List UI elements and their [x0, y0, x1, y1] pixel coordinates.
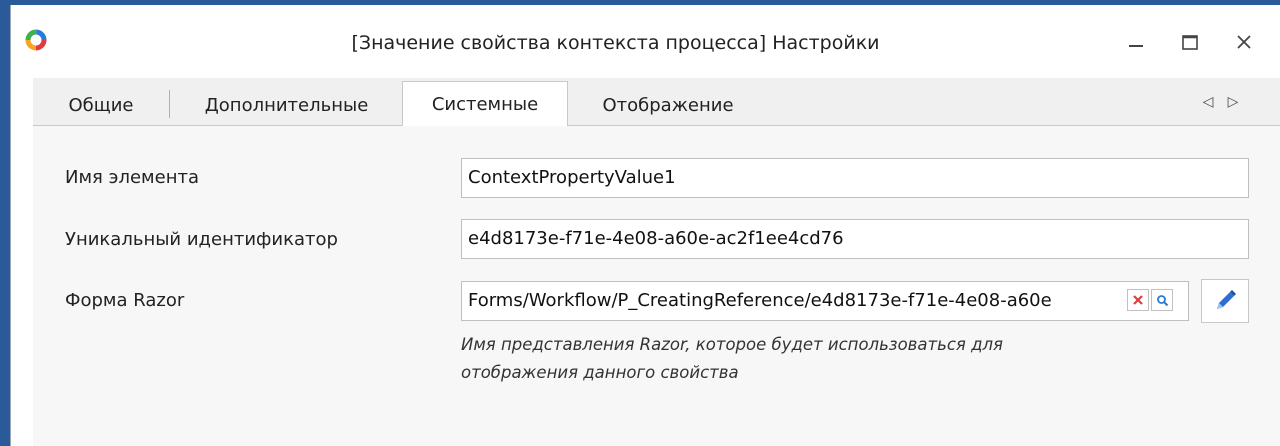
- maximize-button[interactable]: [1171, 27, 1209, 57]
- uid-field[interactable]: e4d8173e-f71e-4e08-a60e-ac2f1ee4cd76: [461, 219, 1249, 259]
- tab-scroll-left-icon[interactable]: ◁: [1198, 90, 1218, 114]
- tab-bar: Общие Дополнительные Системные Отображен…: [33, 78, 1280, 127]
- tab-general[interactable]: Общие: [33, 84, 169, 126]
- maximize-icon: [1182, 35, 1198, 50]
- title-bar: [Значение свойства контекста процесса] Н…: [11, 5, 1280, 78]
- razor-form-label: Форма Razor: [65, 290, 185, 311]
- edit-button[interactable]: [1201, 279, 1249, 323]
- razor-form-hint: Имя представления Razor, которое будет и…: [461, 331, 1161, 387]
- clear-button[interactable]: [1127, 289, 1149, 311]
- tab-system[interactable]: Системные: [402, 81, 568, 127]
- search-button[interactable]: [1151, 289, 1173, 311]
- clear-icon: [1133, 295, 1143, 305]
- element-name-label: Имя элемента: [65, 167, 199, 188]
- search-icon: [1156, 294, 1168, 306]
- close-button[interactable]: [1225, 27, 1263, 57]
- razor-hint-line2: отображения данного свойства: [461, 363, 739, 382]
- close-icon: [1237, 35, 1251, 49]
- tab-display[interactable]: Отображение: [568, 84, 768, 126]
- settings-window: [Значение свойства контекста процесса] Н…: [10, 5, 1280, 446]
- minimize-icon: [1129, 45, 1143, 47]
- window-title: [Значение свойства контекста процесса] Н…: [351, 32, 880, 54]
- pencil-icon: [1217, 290, 1236, 309]
- tab-scroll-right-icon[interactable]: ▷: [1223, 90, 1243, 114]
- tab-additional[interactable]: Дополнительные: [170, 84, 403, 126]
- minimize-button[interactable]: [1117, 27, 1155, 57]
- system-tab-panel: Имя элемента ContextPropertyValue1 Уника…: [33, 126, 1280, 446]
- razor-form-field[interactable]: Forms/Workflow/P_CreatingReference/e4d81…: [461, 281, 1189, 321]
- uid-label: Уникальный идентификатор: [65, 229, 338, 250]
- element-name-field[interactable]: ContextPropertyValue1: [461, 158, 1249, 198]
- razor-hint-line1: Имя представления Razor, которое будет и…: [461, 335, 1003, 354]
